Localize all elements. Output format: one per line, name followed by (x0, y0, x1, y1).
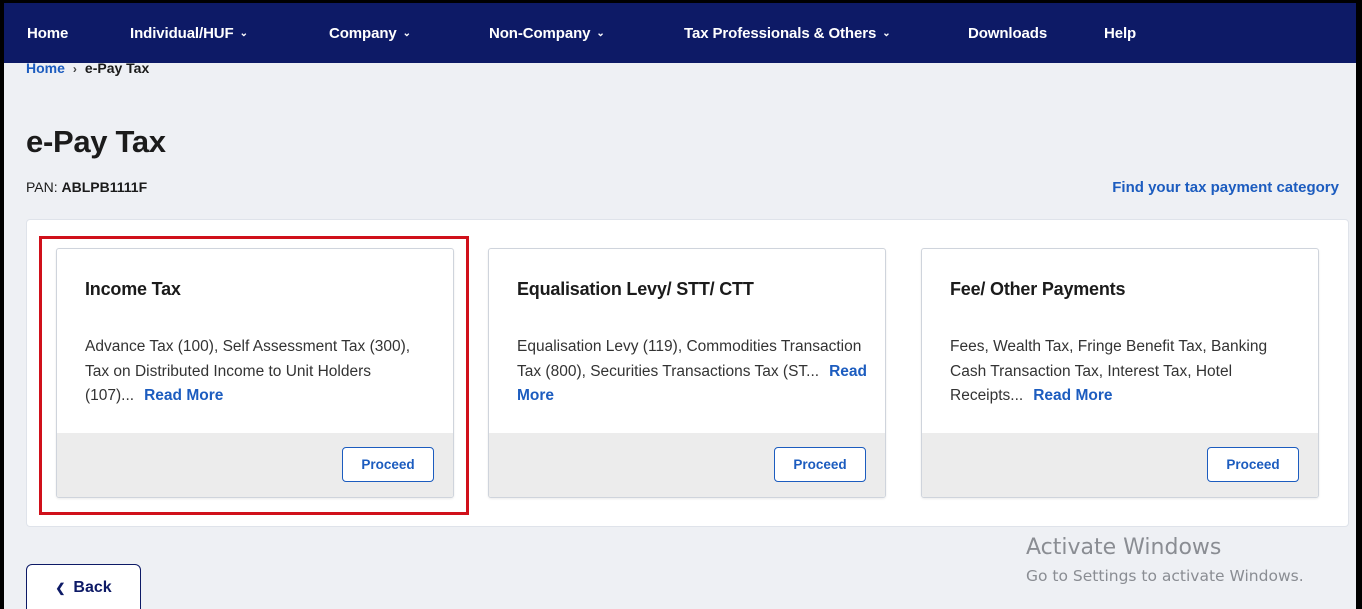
card-title: Equalisation Levy/ STT/ CTT (517, 279, 754, 299)
card-income-tax: Income Tax Advance Tax (100), Self Asses… (56, 248, 454, 498)
card-title: Income Tax (85, 279, 181, 299)
proceed-button[interactable]: Proceed (342, 447, 434, 482)
pan-label: PAN: (26, 179, 62, 195)
watermark-title: Activate Windows (1026, 535, 1222, 560)
chevron-down-icon: ⌄ (882, 28, 891, 39)
watermark-subtitle: Go to Settings to activate Windows. (1026, 567, 1304, 585)
card-description: Fees, Wealth Tax, Fringe Benefit Tax, Ba… (950, 335, 1300, 409)
window-right-border (1356, 0, 1362, 609)
card-footer: Proceed (57, 433, 453, 497)
read-more-link[interactable]: Read More (1033, 387, 1112, 404)
chevron-down-icon: ⌄ (596, 28, 605, 39)
top-nav-bar: Home Individual/HUF ⌄ Company ⌄ Non-Compan… (0, 0, 1362, 63)
card-equalisation-levy: Equalisation Levy/ STT/ CTT Equalisation… (488, 248, 886, 498)
breadcrumb: Home › e-Pay Tax (26, 60, 149, 76)
breadcrumb-separator-icon: › (72, 62, 77, 76)
nav-help[interactable]: Help (1104, 25, 1136, 42)
card-footer: Proceed (489, 433, 885, 497)
read-more-link[interactable]: Read More (144, 387, 223, 404)
nav-downloads[interactable]: Downloads (968, 25, 1047, 42)
nav-home[interactable]: Home (27, 25, 68, 42)
card-footer: Proceed (922, 433, 1318, 497)
activate-windows-watermark: Activate Windows Go to Settings to activ… (1026, 535, 1304, 585)
breadcrumb-current: e-Pay Tax (84, 60, 150, 76)
card-description-text: Advance Tax (100), Self Assessment Tax (… (85, 338, 411, 404)
nav-tax-professionals[interactable]: Tax Professionals & Others ⌄ (684, 25, 891, 42)
proceed-button[interactable]: Proceed (1207, 447, 1299, 482)
window-left-border (0, 0, 4, 609)
nav-non-company-label: Non-Company (489, 25, 591, 42)
page-title: e-Pay Tax (26, 124, 166, 159)
back-button-label: Back (73, 579, 112, 596)
chevron-left-icon: ❮ (55, 581, 66, 595)
nav-individual-huf[interactable]: Individual/HUF ⌄ (130, 25, 248, 42)
back-button[interactable]: ❮ Back (26, 564, 141, 609)
nav-individual-huf-label: Individual/HUF (130, 25, 234, 42)
proceed-button[interactable]: Proceed (774, 447, 866, 482)
pan-value: ABLPB1111F (61, 179, 148, 195)
nav-non-company[interactable]: Non-Company ⌄ (489, 25, 605, 42)
nav-company[interactable]: Company ⌄ (329, 25, 411, 42)
find-tax-category-link[interactable]: Find your tax payment category (1112, 179, 1339, 196)
card-description: Equalisation Levy (119), Commodities Tra… (517, 335, 867, 409)
chevron-down-icon: ⌄ (239, 28, 248, 39)
chevron-down-icon: ⌄ (402, 28, 411, 39)
breadcrumb-home-link[interactable]: Home (26, 60, 65, 76)
card-title: Fee/ Other Payments (950, 279, 1126, 299)
nav-tax-professionals-label: Tax Professionals & Others (684, 25, 877, 42)
card-fee-other-payments: Fee/ Other Payments Fees, Wealth Tax, Fr… (921, 248, 1319, 498)
card-description-text: Equalisation Levy (119), Commodities Tra… (517, 338, 862, 380)
pan-info: PAN: ABLPB1111F (26, 179, 147, 195)
nav-company-label: Company (329, 25, 397, 42)
card-description: Advance Tax (100), Self Assessment Tax (… (85, 335, 435, 409)
